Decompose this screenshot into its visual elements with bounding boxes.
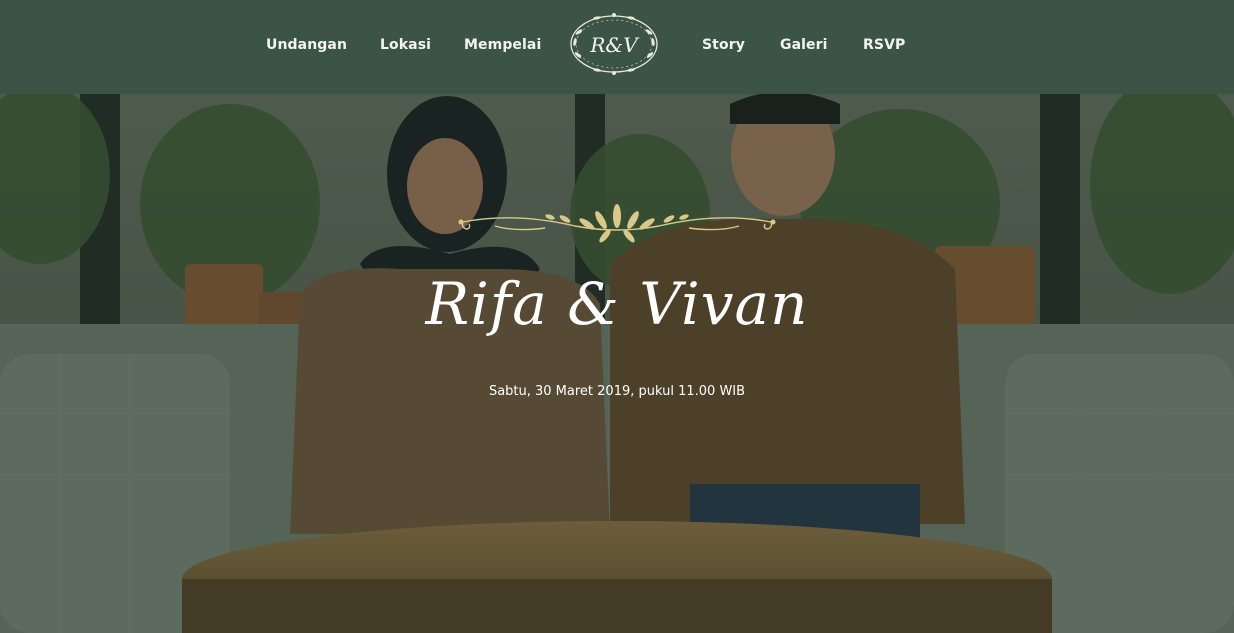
top-navigation: Undangan Lokasi Mempelai R&V Story Galer…	[0, 0, 1234, 94]
logo[interactable]: R&V	[567, 10, 661, 78]
event-date: Sabtu, 30 Maret 2019, pukul 11.00 WIB	[488, 384, 746, 399]
nav-lokasi[interactable]: Lokasi	[380, 37, 431, 53]
logo-wreath-icon: R&V	[570, 13, 658, 75]
hero-content: Rifa & Vivan Sabtu, 30 Maret 2019, pukul…	[0, 94, 1234, 633]
svg-text:R&V: R&V	[589, 33, 640, 57]
nav-rsvp[interactable]: RSVP	[863, 37, 905, 53]
ornament-icon	[458, 204, 776, 243]
nav-undangan[interactable]: Undangan	[266, 37, 347, 53]
nav-galeri[interactable]: Galeri	[780, 37, 828, 53]
nav-story[interactable]: Story	[702, 37, 745, 53]
nav-mempelai[interactable]: Mempelai	[464, 37, 541, 53]
hero-section: Rifa & Vivan Sabtu, 30 Maret 2019, pukul…	[0, 94, 1234, 633]
couple-names: Rifa & Vivan	[425, 270, 809, 338]
